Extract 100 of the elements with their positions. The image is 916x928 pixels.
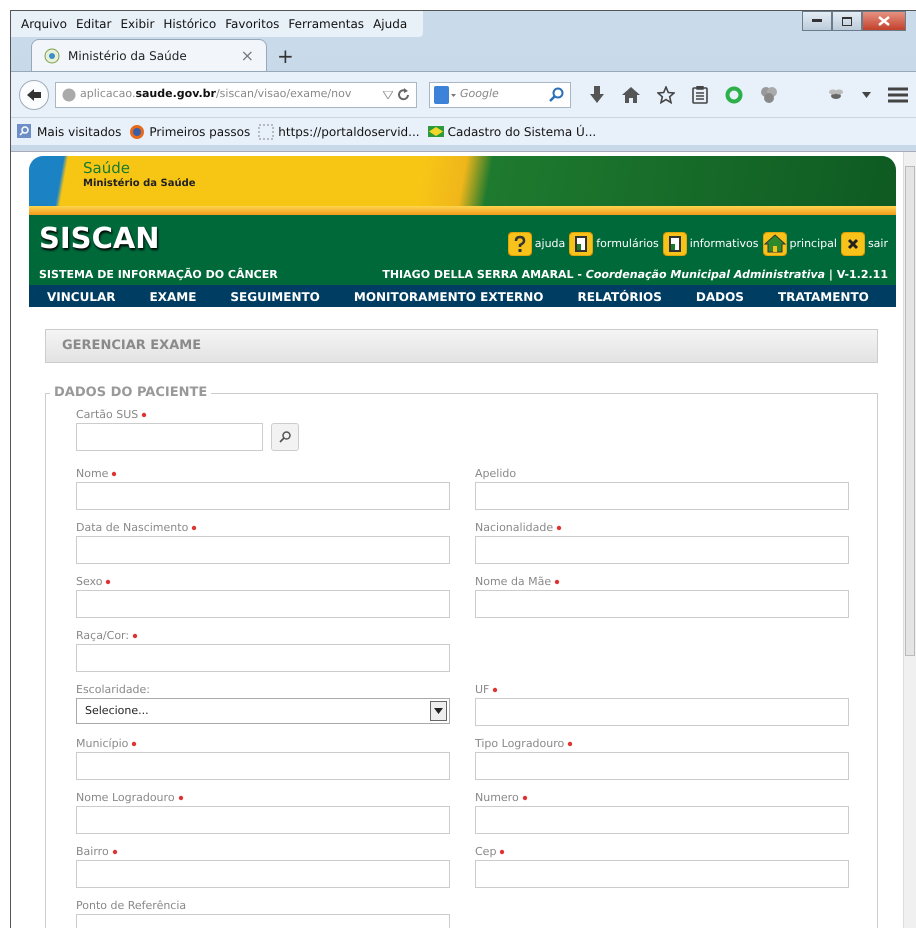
- input-field[interactable]: [475, 590, 849, 618]
- nav-link[interactable]: RELATÓRIOS: [568, 285, 672, 307]
- globe-icon: [62, 88, 76, 102]
- browser-tab[interactable]: Ministério da Saúde ×: [31, 39, 267, 71]
- header-link[interactable]: informativos: [662, 232, 759, 256]
- input-field[interactable]: [76, 536, 450, 564]
- field-label: Tipo Logradouro: [475, 736, 564, 752]
- app-subtitle: SISTEMA DE INFORMAÇÃO DO CÂNCER: [39, 266, 278, 282]
- menu-item[interactable]: Editar: [76, 15, 112, 33]
- bookmark-link[interactable]: Cadastro do Sistema Ú...: [428, 122, 596, 140]
- address-bar[interactable]: aplicacao.saude.gov.br/siscan/visao/exame/nov: [55, 82, 417, 108]
- field-label: Raça/Cor:: [76, 628, 130, 644]
- select-value: Selecione...: [85, 702, 149, 719]
- fly-icon[interactable]: [827, 88, 845, 102]
- input-field[interactable]: [475, 536, 849, 564]
- flag-icon: [428, 124, 444, 140]
- nav-link[interactable]: DADOS: [686, 285, 754, 307]
- field-label: Município: [76, 736, 128, 752]
- search-box[interactable]: Google: [429, 82, 571, 108]
- blank-page-icon: [258, 124, 274, 140]
- field-label: Nacionalidade: [475, 520, 554, 536]
- field-label: Sexo: [76, 574, 102, 590]
- search-icon: [548, 86, 564, 102]
- field-label: Nome Logradouro: [76, 790, 175, 806]
- caret-icon: [434, 708, 443, 714]
- nav-link[interactable]: SEGUIMENTO: [220, 285, 330, 307]
- nav-link[interactable]: EXAME: [140, 285, 206, 307]
- reading-list-icon[interactable]: [692, 86, 708, 104]
- menu-item[interactable]: Histórico: [163, 15, 216, 33]
- bookmark-link[interactable]: Primeiros passos: [129, 122, 250, 140]
- search-button[interactable]: [271, 423, 299, 451]
- field-label: Escolaridade:: [76, 682, 150, 698]
- field-label: Nome da Mãe: [475, 574, 552, 590]
- new-tab-button[interactable]: +: [277, 41, 294, 71]
- field-label: Ponto de Referência: [76, 898, 186, 914]
- back-arrow-icon: [26, 88, 42, 102]
- star-icon[interactable]: [657, 86, 675, 104]
- ministry-name: Ministério da Saúde: [83, 177, 196, 191]
- input-field[interactable]: [76, 590, 450, 618]
- back-button[interactable]: [19, 80, 49, 110]
- input-field[interactable]: [76, 644, 450, 672]
- minimize-icon: [812, 19, 822, 23]
- maximize-button[interactable]: [832, 11, 862, 31]
- nav-link[interactable]: VINCULAR: [37, 285, 126, 307]
- header-link[interactable]: sair: [840, 232, 888, 256]
- circles-icon[interactable]: [760, 86, 778, 104]
- tab-close-button[interactable]: ×: [240, 44, 254, 68]
- nav-link[interactable]: TRATAMENTO: [768, 285, 879, 307]
- menu-item[interactable]: Arquivo: [21, 15, 67, 33]
- home-icon[interactable]: [622, 86, 640, 102]
- header-link[interactable]: formulários: [569, 232, 659, 256]
- tab-title: Ministério da Saúde: [68, 48, 188, 64]
- app-title: SISCAN: [39, 220, 161, 257]
- reload-icon[interactable]: [397, 88, 410, 101]
- dropdown-arrow-icon: [383, 90, 393, 98]
- input-field[interactable]: [475, 860, 849, 888]
- search-icon: [279, 431, 291, 443]
- field-label: Cartão SUS: [76, 406, 138, 423]
- home-icon: [762, 232, 787, 256]
- ring-icon[interactable]: [725, 86, 743, 104]
- field-label: Data de Nascimento: [76, 520, 188, 536]
- section-legend: DADOS DO PACIENTE: [50, 386, 212, 401]
- brand-name: Saúde: [83, 160, 130, 176]
- menu-icon[interactable]: [888, 86, 908, 102]
- header-link[interactable]: ajuda: [508, 232, 566, 256]
- input-field[interactable]: [475, 482, 849, 510]
- input-field[interactable]: [76, 806, 450, 834]
- scrollbar-thumb[interactable]: [905, 166, 915, 656]
- site-icon: [44, 48, 60, 64]
- input-field[interactable]: [475, 752, 849, 780]
- field-label: Apelido: [475, 466, 516, 482]
- search-icon: [17, 124, 33, 140]
- menu-item[interactable]: Ajuda: [373, 15, 408, 33]
- menu-item[interactable]: Exibir: [120, 15, 154, 33]
- help-icon: [508, 232, 532, 256]
- input-field[interactable]: [76, 752, 450, 780]
- download-icon[interactable]: [589, 86, 605, 104]
- close-window-button[interactable]: [862, 11, 906, 31]
- menu-item[interactable]: Ferramentas: [288, 15, 364, 33]
- caret-icon[interactable]: [862, 92, 871, 98]
- panel-title: GERENCIAR EXAME: [62, 337, 202, 356]
- bookmark-link[interactable]: https://portaldoservid...: [258, 122, 420, 140]
- user-info: THIAGO DELLA SERRA AMARAL - Coordenação Municipal Administrativa | V-1.2.11: [381, 266, 888, 283]
- input-field[interactable]: [76, 423, 263, 451]
- maximize-icon: [842, 16, 852, 26]
- bookmark-link[interactable]: Mais visitados: [17, 122, 122, 140]
- menu-item[interactable]: Favoritos: [225, 15, 280, 33]
- input-field[interactable]: [76, 482, 450, 510]
- input-field[interactable]: [76, 860, 450, 888]
- close-icon: [840, 232, 865, 256]
- minimize-button[interactable]: [802, 11, 832, 31]
- input-field[interactable]: [475, 698, 849, 726]
- url-text: aplicacao.saude.gov.br/siscan/visao/exame/nov: [80, 86, 352, 102]
- field-label: Numero: [475, 790, 519, 806]
- nav-link[interactable]: MONITORAMENTO EXTERNO: [344, 285, 554, 307]
- scrollbar[interactable]: [903, 152, 916, 928]
- input-field[interactable]: [475, 806, 849, 834]
- field-label: Bairro: [76, 844, 109, 860]
- header-link[interactable]: principal: [762, 232, 837, 256]
- select-field[interactable]: Selecione...: [76, 698, 450, 724]
